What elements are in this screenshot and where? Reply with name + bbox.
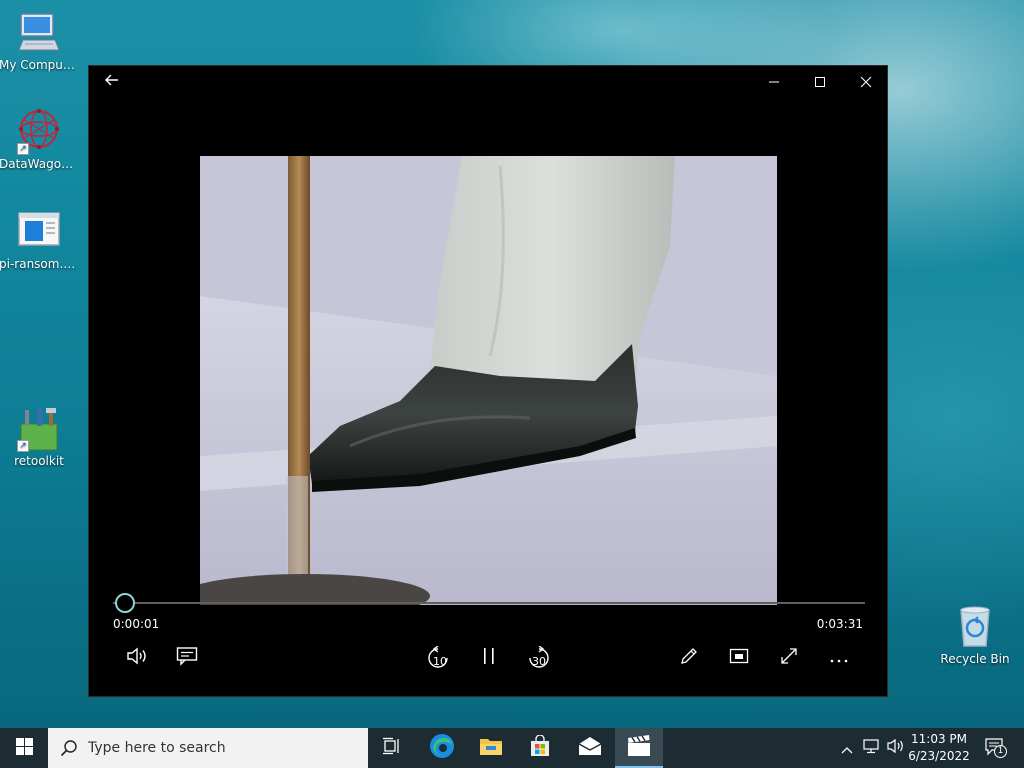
start-button[interactable] xyxy=(0,728,48,768)
skip-forward-30-icon: 30 xyxy=(527,646,551,670)
title-bar xyxy=(89,66,887,98)
seek-bar[interactable] xyxy=(113,593,865,613)
skip-back-label: 10 xyxy=(433,655,447,668)
total-time: 0:03:31 xyxy=(816,617,863,631)
fullscreen-button[interactable] xyxy=(771,640,807,676)
edit-pencil-icon xyxy=(679,646,699,670)
mini-view-icon xyxy=(729,648,749,668)
volume-icon xyxy=(126,646,148,670)
subtitles-button[interactable] xyxy=(169,640,205,676)
network-icon xyxy=(863,738,881,758)
task-view-button[interactable] xyxy=(368,728,416,768)
shortcut-arrow-icon: ↗ xyxy=(17,143,29,155)
toolkit-icon: ↗ xyxy=(15,404,63,452)
skip-forward-30-button[interactable]: 30 xyxy=(521,640,557,676)
video-frame[interactable] xyxy=(200,156,777,605)
maximize-button[interactable] xyxy=(797,66,843,98)
desktop-icon-label: My Computer xyxy=(0,58,80,72)
movies-tv-icon xyxy=(627,735,651,761)
desktop-icon-label: DataWagon... xyxy=(0,157,81,171)
subtitles-icon xyxy=(176,646,198,670)
mail-icon xyxy=(578,736,602,760)
edit-button[interactable] xyxy=(671,640,707,676)
network-button[interactable] xyxy=(860,728,884,768)
speaker-icon xyxy=(887,738,905,758)
close-button[interactable] xyxy=(843,66,889,98)
desktop-icon-label: retoolkit xyxy=(14,454,64,468)
seek-thumb[interactable] xyxy=(114,593,135,613)
desktop-icon-recycle-bin[interactable]: Recycle Bin xyxy=(933,602,1017,666)
taskbar-app-mail[interactable] xyxy=(566,728,614,768)
monitor-icon xyxy=(15,8,63,56)
clock-date: 6/23/2022 xyxy=(908,749,970,763)
taskbar-clock[interactable]: 11:03 PM 6/23/2022 xyxy=(906,731,972,765)
desktop-icon-datawagon[interactable]: ↗ DataWagon... xyxy=(0,107,81,171)
back-button[interactable] xyxy=(89,66,135,98)
speaker-button[interactable] xyxy=(884,728,908,768)
skip-back-10-button[interactable]: 10 xyxy=(420,640,456,676)
taskbar-app-file-explorer[interactable] xyxy=(467,728,515,768)
file-explorer-icon xyxy=(479,736,503,760)
elapsed-time: 0:00:01 xyxy=(113,617,160,631)
taskbar-app-movies-tv[interactable] xyxy=(615,728,663,768)
search-icon xyxy=(60,739,78,757)
desktop-icon-pi-ransom[interactable]: pi-ransom.p... xyxy=(0,207,81,271)
more-options-icon xyxy=(829,649,849,668)
notification-icon: 1 xyxy=(985,738,1007,758)
arrow-left-icon xyxy=(104,72,120,92)
search-placeholder: Type here to search xyxy=(88,740,226,756)
minimize-icon xyxy=(768,73,780,92)
taskbar-search-box[interactable]: Type here to search xyxy=(48,728,368,768)
desktop-icon-my-computer[interactable]: My Computer xyxy=(0,8,81,72)
taskbar: Type here to search 11:03 PM 6/23/2022 1 xyxy=(0,728,1024,768)
chevron-up-icon xyxy=(841,739,853,758)
more-options-button[interactable] xyxy=(821,640,857,676)
skip-back-10-icon: 10 xyxy=(426,646,450,670)
maximize-icon xyxy=(814,73,826,92)
recycle-bin-icon xyxy=(951,602,999,650)
notification-count-badge: 1 xyxy=(994,745,1007,758)
desktop-icon-label: pi-ransom.p... xyxy=(0,257,81,271)
show-hidden-icons-button[interactable] xyxy=(836,728,858,768)
pause-button[interactable] xyxy=(471,640,507,676)
video-player-window: 0:00:01 0:03:31 10 30 xyxy=(88,65,888,697)
shortcut-arrow-icon: ↗ xyxy=(17,440,29,452)
mini-view-button[interactable] xyxy=(721,640,757,676)
clock-time: 11:03 PM xyxy=(911,732,967,746)
taskbar-app-edge[interactable] xyxy=(418,728,466,768)
task-view-icon xyxy=(382,737,402,759)
windows-logo-icon xyxy=(15,737,33,759)
pause-icon xyxy=(482,647,496,669)
minimize-button[interactable] xyxy=(751,66,797,98)
store-icon xyxy=(529,734,551,761)
video-still-image xyxy=(200,156,777,605)
network-sphere-icon: ↗ xyxy=(15,107,63,155)
edge-icon xyxy=(429,733,455,763)
volume-button[interactable] xyxy=(119,640,155,676)
document-window-icon xyxy=(15,207,63,255)
fullscreen-icon xyxy=(779,646,799,670)
close-icon xyxy=(860,73,872,92)
notification-center-button[interactable]: 1 xyxy=(980,728,1010,768)
skip-forward-label: 30 xyxy=(532,655,546,668)
desktop-icon-label: Recycle Bin xyxy=(940,652,1010,666)
taskbar-app-store[interactable] xyxy=(516,728,564,768)
desktop-icon-retoolkit[interactable]: ↗ retoolkit xyxy=(0,404,81,468)
